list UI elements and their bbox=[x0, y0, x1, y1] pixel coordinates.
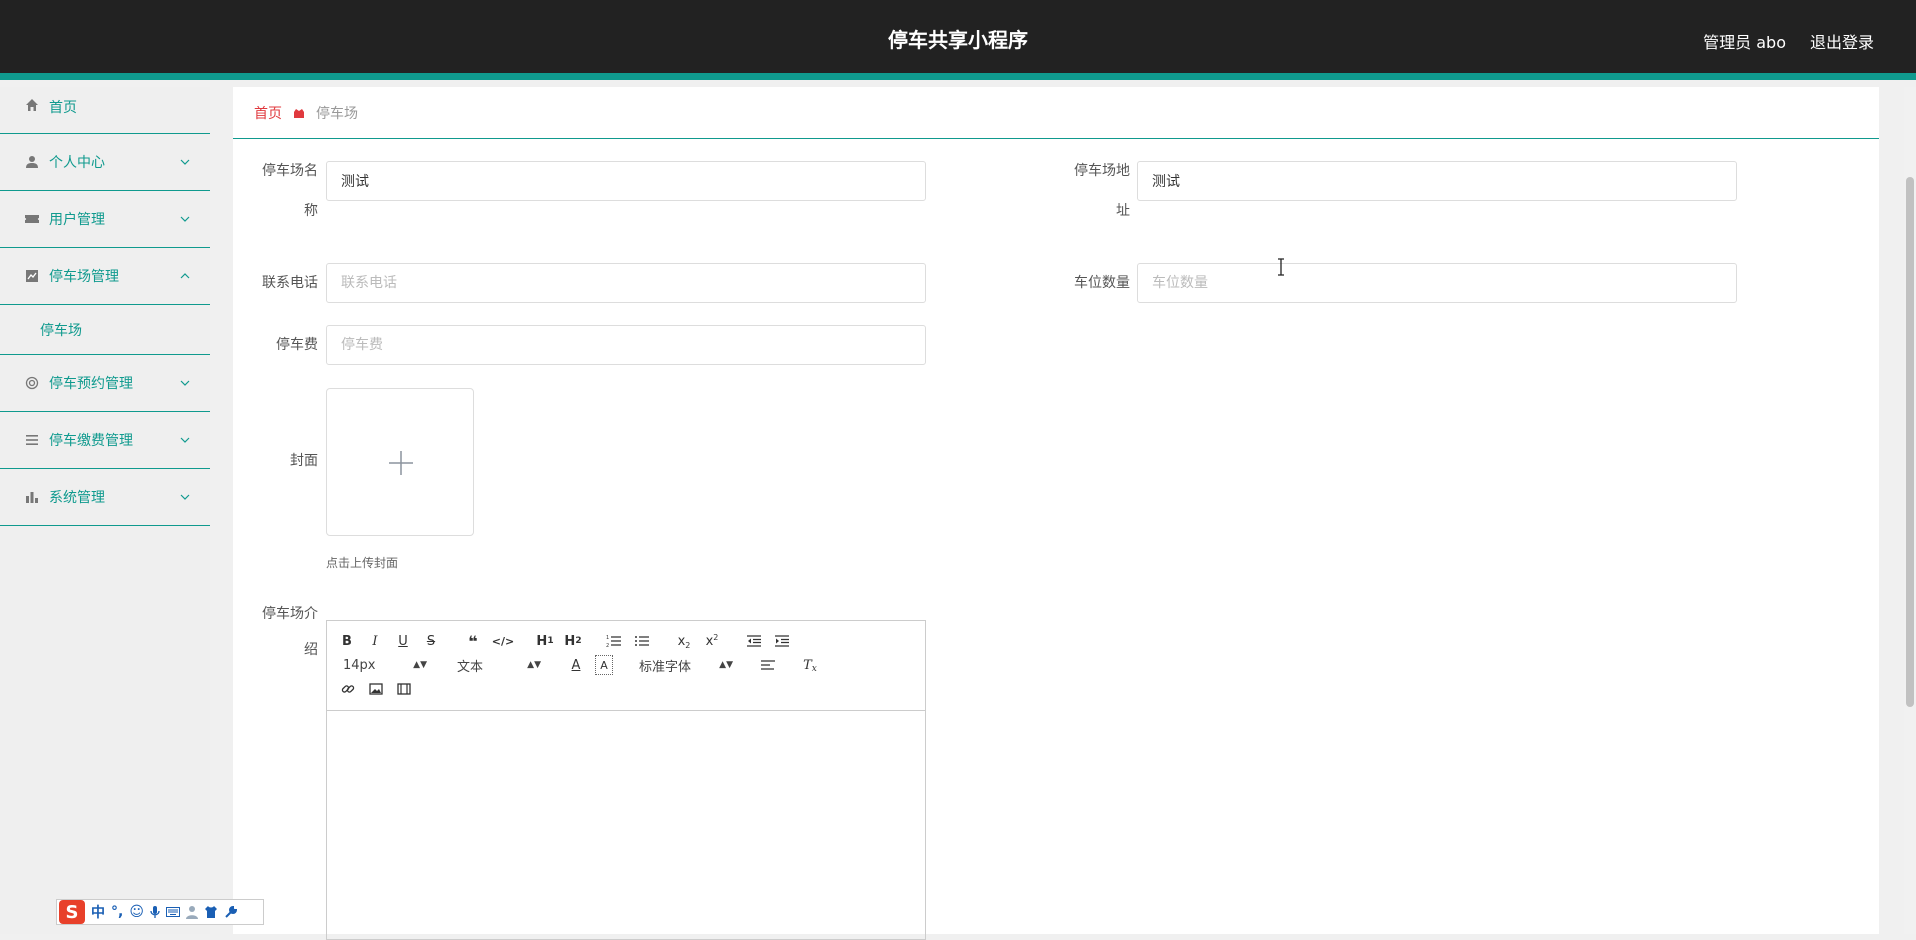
intro-label: 停车场介 绍 bbox=[262, 606, 318, 658]
font-family-select[interactable]: 标准字体 ▲▼ bbox=[639, 655, 733, 675]
strike-icon[interactable]: S bbox=[423, 631, 439, 651]
paragraph-select[interactable]: 文本 ▲▼ bbox=[457, 655, 541, 675]
main-content: 首页 停车场 停车场名 称 停车场地 址 联系电话 车位数量 停车费 封面 点击… bbox=[233, 87, 1879, 940]
header1-icon[interactable]: H1 bbox=[535, 631, 555, 651]
scrollbar-thumb[interactable] bbox=[1906, 177, 1914, 707]
sidebar-item-reservation-management[interactable]: 停车预约管理 bbox=[0, 355, 210, 412]
chevron-down-icon bbox=[180, 380, 190, 386]
bullet-list-icon[interactable] bbox=[633, 631, 651, 651]
link-icon[interactable] bbox=[339, 679, 357, 699]
sidebar-item-label: 个人中心 bbox=[49, 155, 105, 171]
sidebar-item-payment-management[interactable]: 停车缴费管理 bbox=[0, 412, 210, 469]
spaces-label: 车位数量 bbox=[1074, 275, 1130, 291]
plus-icon bbox=[389, 451, 413, 475]
align-icon[interactable] bbox=[759, 655, 777, 675]
sidebar-item-label: 系统管理 bbox=[49, 490, 105, 506]
sidebar-item-user-management[interactable]: 用户管理 bbox=[0, 191, 210, 248]
wrench-settings-icon[interactable] bbox=[224, 905, 238, 919]
editor-toolbar: B I U S ❝ </> H1 H2 12 x2 x2 14px ▲▼ 文本 … bbox=[327, 621, 925, 711]
bar-chart-icon bbox=[24, 489, 40, 505]
breadcrumb-home-link[interactable]: 首页 bbox=[254, 103, 282, 123]
header2-icon[interactable]: H2 bbox=[563, 631, 583, 651]
chart-icon bbox=[24, 268, 40, 284]
svg-text:1: 1 bbox=[606, 635, 609, 641]
fee-label: 停车费 bbox=[276, 337, 318, 353]
admin-user-label: 管理员 abo bbox=[1703, 33, 1786, 52]
cover-upload-box[interactable] bbox=[326, 388, 474, 536]
spaces-input[interactable] bbox=[1137, 263, 1737, 303]
keyboard-icon[interactable] bbox=[165, 907, 180, 917]
sidebar-subitem-parking-lot[interactable]: 停车场 bbox=[0, 305, 210, 355]
superscript-icon[interactable]: x2 bbox=[703, 631, 721, 651]
chevron-down-icon bbox=[180, 437, 190, 443]
background-color-icon[interactable]: A bbox=[595, 655, 613, 675]
chinese-mode-icon[interactable]: 中 bbox=[91, 902, 105, 922]
indent-icon[interactable] bbox=[773, 631, 791, 651]
phone-input[interactable] bbox=[326, 263, 926, 303]
select-arrows-icon: ▲▼ bbox=[719, 660, 733, 670]
app-title: 停车共享小程序 bbox=[888, 28, 1028, 52]
ordered-list-icon[interactable]: 12 bbox=[605, 631, 623, 651]
video-icon[interactable] bbox=[395, 679, 413, 699]
sidebar-item-system-management[interactable]: 系统管理 bbox=[0, 469, 210, 526]
sidebar-item-label: 首页 bbox=[49, 100, 77, 116]
chevron-down-icon bbox=[180, 159, 190, 165]
breadcrumb-current: 停车场 bbox=[316, 105, 358, 122]
cover-upload-tip: 点击上传封面 bbox=[326, 556, 399, 570]
editor-content-area[interactable] bbox=[327, 711, 925, 939]
select-arrows-icon: ▲▼ bbox=[413, 660, 427, 670]
parking-name-input[interactable] bbox=[326, 161, 926, 201]
list-icon bbox=[24, 432, 40, 448]
sidebar-item-personal-center[interactable]: 个人中心 bbox=[0, 134, 210, 191]
parking-address-input[interactable] bbox=[1137, 161, 1737, 201]
sidebar-item-label: 停车预约管理 bbox=[49, 376, 133, 392]
logout-button[interactable]: 退出登录 bbox=[1810, 29, 1874, 53]
fee-input[interactable] bbox=[326, 325, 926, 365]
name-label: 停车场名 称 bbox=[262, 163, 318, 219]
clear-format-icon[interactable]: Tx bbox=[801, 655, 819, 675]
cover-label: 封面 bbox=[290, 453, 318, 469]
bold-icon[interactable]: B bbox=[339, 631, 355, 651]
chevron-down-icon bbox=[180, 494, 190, 500]
font-size-select[interactable]: 14px ▲▼ bbox=[343, 655, 427, 675]
svg-text:2: 2 bbox=[606, 643, 609, 648]
home-icon bbox=[24, 97, 40, 113]
ring-icon bbox=[24, 375, 40, 391]
sidebar: 首页 个人中心 用户管理 停车场管理 停车场 停车预约管理 停车缴费管理 系统管… bbox=[0, 87, 210, 934]
outdent-icon[interactable] bbox=[745, 631, 763, 651]
sidebar-item-label: 停车场管理 bbox=[49, 269, 119, 285]
subscript-icon[interactable]: x2 bbox=[675, 631, 693, 651]
skin-shirt-icon[interactable] bbox=[204, 905, 218, 919]
underline-icon[interactable]: U bbox=[395, 631, 411, 651]
address-label: 停车场地 址 bbox=[1074, 163, 1130, 219]
ime-toolbar: S 中 °, ☺ bbox=[56, 899, 264, 925]
user-icon bbox=[24, 154, 40, 170]
sidebar-item-label: 用户管理 bbox=[49, 212, 105, 228]
ticket-icon bbox=[24, 211, 40, 227]
breadcrumb: 首页 停车场 bbox=[233, 87, 1879, 139]
sogou-logo-icon[interactable]: S bbox=[59, 900, 85, 924]
image-icon[interactable] bbox=[367, 679, 385, 699]
code-block-icon[interactable]: </> bbox=[492, 631, 514, 651]
select-arrows-icon: ▲▼ bbox=[527, 660, 541, 670]
breadcrumb-separator-icon bbox=[294, 108, 304, 118]
sidebar-item-parking-management[interactable]: 停车场管理 bbox=[0, 248, 210, 305]
text-cursor-icon bbox=[1278, 258, 1284, 276]
chevron-up-icon bbox=[180, 273, 190, 279]
italic-icon[interactable]: I bbox=[367, 631, 383, 651]
top-bar: 停车共享小程序 管理员 abo 退出登录 bbox=[0, 0, 1916, 80]
font-color-icon[interactable]: A bbox=[567, 655, 585, 675]
microphone-icon[interactable] bbox=[150, 905, 160, 919]
sidebar-item-label: 停车缴费管理 bbox=[49, 433, 133, 449]
rich-text-editor: B I U S ❝ </> H1 H2 12 x2 x2 14px ▲▼ 文本 … bbox=[326, 620, 926, 940]
phone-label: 联系电话 bbox=[262, 275, 318, 291]
chevron-down-icon bbox=[180, 216, 190, 222]
emoji-icon[interactable]: ☺ bbox=[129, 904, 144, 920]
user-avatar-icon[interactable] bbox=[185, 905, 198, 919]
page-scrollbar[interactable] bbox=[1904, 87, 1916, 934]
sidebar-item-home[interactable]: 首页 bbox=[0, 87, 210, 134]
blockquote-icon[interactable]: ❝ bbox=[465, 631, 481, 651]
punctuation-icon[interactable]: °, bbox=[111, 904, 123, 920]
